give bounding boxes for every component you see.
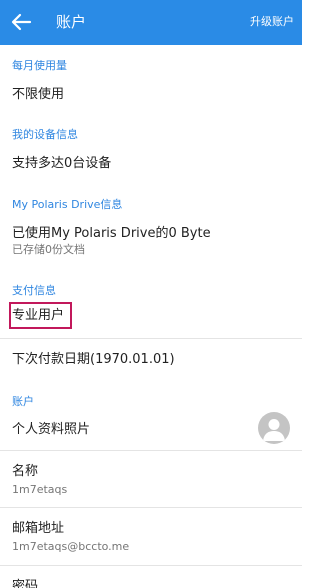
next-payment-date: 下次付款日期(1970.01.01) (12, 352, 175, 367)
page-title: 账户 (56, 13, 87, 31)
person-placeholder-icon (263, 419, 285, 441)
plan-type: 专业用户 (12, 308, 65, 323)
section-header-payment-info: 支付信息 (12, 284, 56, 297)
profile-photo-label[interactable]: 个人资料照片 (12, 422, 90, 438)
divider (0, 450, 302, 451)
password-label[interactable]: 密码 (12, 579, 38, 588)
device-info-value: 支持多达0台设备 (12, 156, 112, 171)
section-header-device-info: 我的设备信息 (12, 128, 78, 141)
divider (0, 338, 302, 339)
section-header-drive-info: My Polaris Drive信息 (12, 198, 123, 211)
name-label[interactable]: 名称 (12, 464, 38, 480)
section-header-account: 账户 (12, 395, 34, 408)
name-value: 1m7etaqs (12, 483, 68, 496)
app-bar: 账户 升级账户 (0, 0, 302, 45)
drive-usage-value: 已使用My Polaris Drive的0 Byte (12, 226, 211, 241)
divider (0, 565, 302, 566)
monthly-usage-value: 不限使用 (12, 87, 65, 102)
back-arrow-icon[interactable] (10, 12, 32, 32)
upgrade-account-button[interactable]: 升级账户 (250, 15, 294, 29)
section-header-monthly-usage: 每月使用量 (12, 59, 67, 72)
drive-documents-count: 已存储0份文档 (12, 243, 85, 256)
avatar[interactable] (258, 412, 290, 444)
email-label[interactable]: 邮箱地址 (12, 521, 64, 537)
email-value: 1m7etaqs@bccto.me (12, 540, 130, 553)
divider (0, 507, 302, 508)
